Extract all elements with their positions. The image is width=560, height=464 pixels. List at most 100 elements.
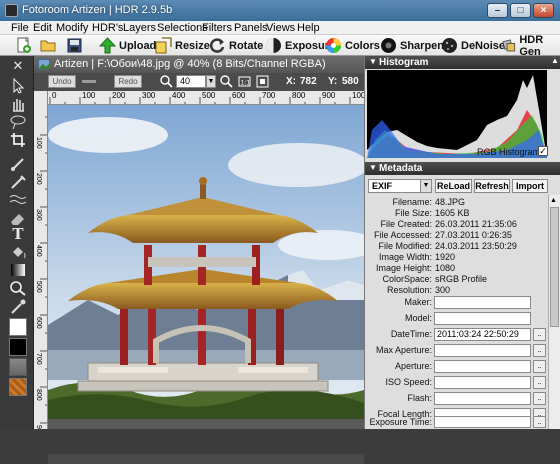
window-title: Fotoroom Artizen | HDR 2.9.5b [22,4,173,16]
maker-field[interactable] [434,296,531,309]
hand-icon[interactable] [9,96,27,112]
close-tools-icon[interactable]: ✕ [9,58,27,74]
exposure-time-field[interactable] [434,416,531,428]
exposure-time-browse-button[interactable]: .. [533,416,546,428]
hdr-gen-button[interactable]: HDR Gen [502,34,560,58]
close-button[interactable]: × [533,3,554,18]
y-coordinate-value: 580 [342,76,359,87]
iso-speed-browse-button[interactable]: .. [533,376,546,389]
ruler-h-label: 800 [292,91,306,100]
meta-field-label: Max Aperture: [375,345,432,355]
menu-panels[interactable]: Panels [234,22,268,34]
zoom-icon[interactable] [9,280,27,296]
max-aperture-field[interactable] [434,344,531,357]
menu-edit[interactable]: Edit [33,22,52,34]
actual-size-icon[interactable]: 1:1 [238,75,251,88]
horizontal-scrollbar[interactable] [48,454,364,464]
histogram-plot [367,75,547,158]
menu-filters[interactable]: Filters [202,22,232,34]
image-canvas[interactable] [48,105,364,454]
iso-speed-field[interactable] [434,376,531,389]
menu-bar: File Edit Modify HDR's Layers Selections… [0,21,560,35]
colors-button[interactable]: Colors [325,36,380,55]
menu-hdrs[interactable]: HDR's [92,22,123,34]
max-aperture-browse-button[interactable]: .. [533,344,546,357]
pattern-swatch[interactable] [9,358,27,376]
open-folder-icon[interactable] [40,37,57,54]
sharpen-icon [381,38,396,53]
gradient-icon[interactable] [9,262,27,278]
flash-field[interactable] [434,392,531,405]
foreground-color-swatch[interactable] [9,318,27,336]
save-icon[interactable] [66,37,83,54]
aperture-field[interactable] [434,360,531,373]
upload-button[interactable]: Upload [99,36,156,55]
meta-value: 1605 KB [435,208,470,218]
collapse-triangle-icon: ▼ [369,163,377,172]
resize-button[interactable]: Resize [155,36,210,55]
menu-selections[interactable]: Selections [157,22,208,34]
menu-modify[interactable]: Modify [56,22,88,34]
horizontal-ruler: 0 100 200 300 400 500 600 700 800 900 10… [48,91,364,105]
scroll-thumb[interactable] [550,207,559,327]
eraser-icon[interactable] [9,210,27,226]
zoom-in-icon[interactable] [160,75,173,88]
metadata-format-select[interactable]: EXIF ▼ [368,179,432,193]
text-tool-icon[interactable]: T [9,226,27,242]
histogram-header[interactable]: ▼ Histogram ▲ [365,56,560,69]
metadata-format-value: EXIF [372,181,393,191]
meta-field-label: Exposure Time: [369,417,432,427]
meta-label: Image Height: [375,263,432,273]
colors-label: Colors [345,39,380,52]
image-window-titlebar: Artizen | F:\Обои\48.jpg @ 40% (8 Bits/C… [34,56,364,73]
ruler-h-label: 200 [112,91,126,100]
clone-stamp-icon[interactable] [9,174,27,190]
menu-layers[interactable]: Layers [123,22,156,34]
eyedropper-icon[interactable] [9,298,27,314]
minimize-button[interactable]: – [487,3,508,18]
ruler-v-label: 900 [35,425,42,429]
metadata-scrollbar[interactable]: ▲ [548,195,560,429]
exposure-icon [266,38,281,53]
refresh-button[interactable]: Refresh [474,179,510,193]
denoise-button[interactable]: DeNoise [441,36,505,55]
rotate-button[interactable]: Rotate [209,36,263,55]
undo-button[interactable]: Undo [48,75,76,88]
import-button[interactable]: Import [512,179,548,193]
flash-browse-button[interactable]: .. [533,392,546,405]
texture-swatch[interactable] [9,378,27,396]
datetime-browse-button[interactable]: .. [533,328,546,341]
sharpen-button[interactable]: Sharpen [380,36,444,55]
zoom-dropdown-chevron-icon[interactable]: ▼ [206,75,216,88]
menu-views[interactable]: Views [266,22,295,34]
histogram-rgb-checkbox[interactable]: ✓ [538,146,548,156]
metadata-header[interactable]: ▼ Metadata [365,162,560,175]
scroll-up-arrow-icon[interactable]: ▲ [550,197,557,204]
zoom-out-icon[interactable] [220,75,233,88]
crop-icon[interactable] [9,132,27,148]
maximize-button[interactable]: □ [510,3,531,18]
paint-bucket-icon[interactable] [9,244,27,260]
brush-icon[interactable] [9,156,27,172]
resize-label: Resize [175,39,210,52]
model-field[interactable] [434,312,531,325]
menu-help[interactable]: Help [297,22,320,34]
menu-file[interactable]: File [11,22,29,34]
panel-scroll-up-icon[interactable]: ▲ [551,56,559,65]
background-color-swatch[interactable] [9,338,27,356]
title-bar: Fotoroom Artizen | HDR 2.9.5b – □ × [0,0,560,21]
denoise-icon [442,38,457,53]
aperture-browse-button[interactable]: .. [533,360,546,373]
redo-button[interactable]: Redo [114,75,142,88]
lasso-icon[interactable] [9,114,27,130]
meta-label: ColorSpace: [382,274,432,284]
zoom-input[interactable]: 40 [176,75,206,88]
smudge-icon[interactable] [9,192,27,208]
fit-window-icon[interactable] [256,75,269,88]
reload-button[interactable]: ReLoad [435,179,472,193]
meta-value: 48.JPG [435,197,466,207]
new-file-icon[interactable] [15,37,32,54]
pointer-icon[interactable] [9,78,27,94]
datetime-field[interactable]: 2011:03:24 22:50:29 [434,328,531,341]
ruler-v-label: 700 [35,353,42,365]
